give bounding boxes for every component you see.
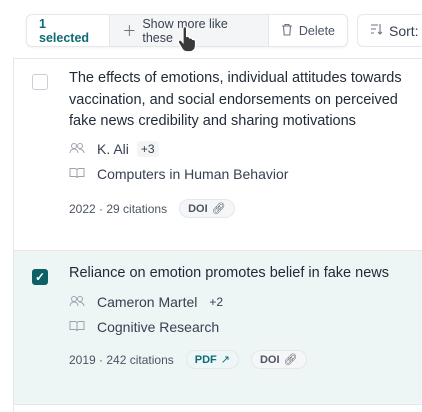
paper-footer: 2019 · 242 citations PDF ↗ DOI 🔗︎ [69,350,307,369]
doi-button[interactable]: DOI 🔗︎ [179,199,235,218]
more-authors-badge[interactable]: +2 [205,294,227,310]
paper-title[interactable]: Reliance on emotion promotes belief in f… [69,263,409,285]
delete-label: Delete [298,23,335,38]
trash-icon [281,23,293,39]
selected-count[interactable]: 1 selected [27,15,111,46]
book-icon [69,167,85,182]
author-name[interactable]: Cameron Martel [97,294,197,310]
authors-row: K. Ali +3 [69,141,159,157]
paper-title[interactable]: The effects of emotions, individual atti… [69,68,409,133]
delete-button[interactable]: Delete [269,15,347,46]
sort-button[interactable]: Sort: [357,14,422,47]
link-icon: 🔗︎ [211,203,226,215]
paper-footer: 2022 · 29 citations DOI 🔗︎ [69,199,235,218]
venue-row: Cognitive Research [69,319,219,335]
authors-icon [69,142,85,157]
row-divider [14,58,422,59]
external-link-icon: ↗ [220,354,230,366]
year-citations: 2019 · 242 citations [69,352,174,367]
pdf-button[interactable]: PDF ↗ [185,350,239,369]
link-icon: 🔗︎ [283,354,298,366]
book-icon [69,320,85,335]
hand-cursor-icon [177,26,197,53]
row-divider [14,404,422,405]
venue-row: Computers in Human Behavior [69,166,288,182]
doi-label: DOI [259,353,280,366]
author-name[interactable]: K. Ali [97,141,129,157]
authors-row: Cameron Martel +2 [69,294,227,310]
select-checkbox[interactable]: ✓ [32,269,48,285]
venue-name[interactable]: Cognitive Research [97,319,219,335]
authors-icon [69,295,85,310]
doi-label: DOI [188,202,208,215]
venue-name[interactable]: Computers in Human Behavior [97,166,288,182]
sort-label: Sort: [389,22,419,39]
year-citations: 2022 · 29 citations [69,201,168,216]
more-authors-badge[interactable]: +3 [136,141,159,157]
toolbar: 1 selected ＋ Show more like these Delete… [0,0,422,58]
doi-button[interactable]: DOI 🔗︎ [250,350,307,369]
sort-icon [370,23,383,38]
plus-icon: ＋ [122,22,137,39]
select-checkbox[interactable] [32,74,48,90]
pdf-label: PDF [194,353,217,366]
